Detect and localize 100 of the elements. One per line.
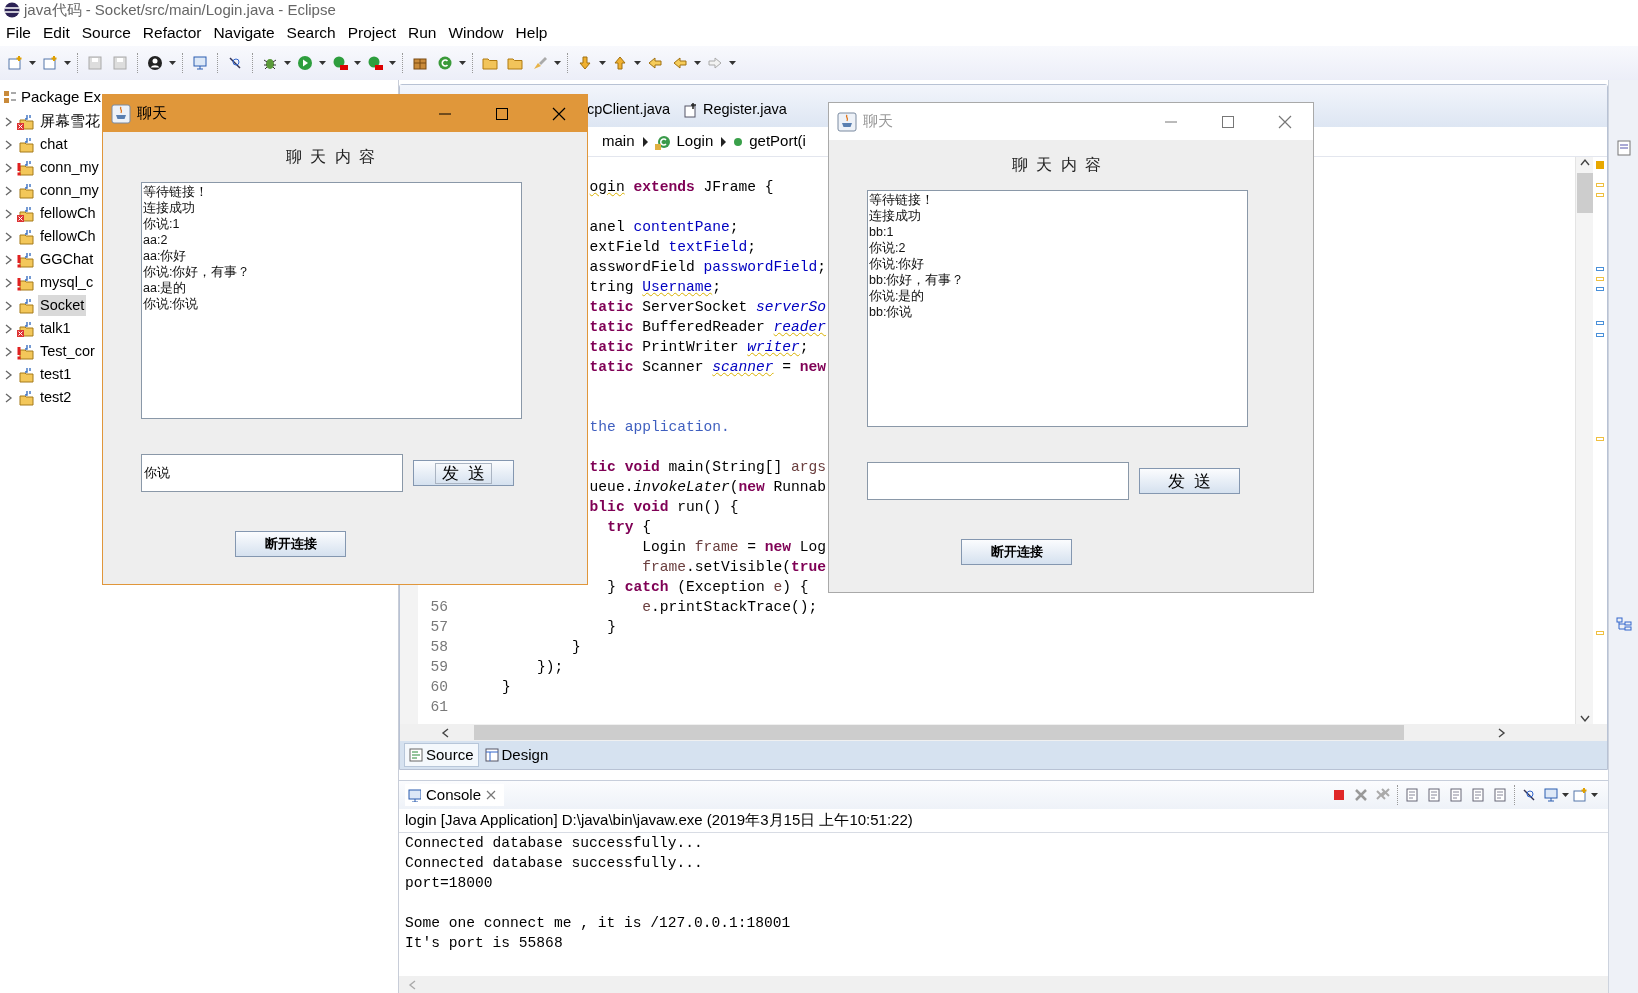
monitor-icon[interactable] bbox=[1543, 787, 1559, 803]
package-icon bbox=[3, 90, 17, 104]
message-input[interactable]: 你说 bbox=[141, 454, 403, 492]
project-name[interactable]: fellowCh bbox=[38, 225, 98, 248]
editor-tab[interactable]: cpClient.java bbox=[587, 99, 684, 127]
menu-item[interactable]: Window bbox=[442, 21, 510, 45]
stop-icon[interactable] bbox=[1331, 787, 1347, 803]
annotation-marker[interactable] bbox=[1596, 287, 1604, 291]
up-arrow-icon[interactable] bbox=[612, 55, 628, 71]
breadcrumb-item[interactable]: Login bbox=[676, 130, 714, 153]
project-name[interactable]: test2 bbox=[38, 386, 74, 409]
back-arrow-icon[interactable] bbox=[672, 55, 688, 71]
back-arrow-icon[interactable] bbox=[647, 55, 663, 71]
menu-item[interactable]: Search bbox=[280, 21, 342, 45]
chevron-icon[interactable] bbox=[4, 230, 14, 243]
remove-icon[interactable] bbox=[1353, 787, 1369, 803]
project-name[interactable]: mysql_c bbox=[38, 271, 96, 294]
project-name[interactable]: talk1 bbox=[38, 317, 73, 340]
annotation-marker[interactable] bbox=[1596, 193, 1604, 197]
monitor-icon[interactable] bbox=[192, 55, 208, 71]
close-icon[interactable] bbox=[1277, 114, 1292, 129]
annotation-marker[interactable] bbox=[1596, 437, 1604, 441]
chevron-left-icon[interactable] bbox=[440, 726, 450, 739]
close-icon[interactable] bbox=[551, 106, 566, 121]
menu-item[interactable]: Help bbox=[509, 21, 554, 45]
chat-message: 你说:2 bbox=[869, 240, 907, 256]
menu-item[interactable]: Refactor bbox=[136, 21, 208, 45]
breadcrumb-item[interactable]: getPort(i bbox=[749, 130, 806, 153]
chevron-icon[interactable] bbox=[4, 276, 14, 289]
menu-item[interactable]: Navigate bbox=[207, 21, 281, 45]
close-icon[interactable] bbox=[486, 790, 497, 800]
breadcrumb-item[interactable]: main bbox=[602, 130, 635, 153]
project-name[interactable]: chat bbox=[38, 133, 70, 156]
chevron-icon[interactable] bbox=[4, 322, 14, 335]
menu-item[interactable]: Edit bbox=[37, 21, 76, 45]
project-name[interactable]: GGChat bbox=[38, 248, 96, 271]
chevron-icon[interactable] bbox=[4, 345, 14, 358]
send-button[interactable]: 发 送 bbox=[1139, 468, 1240, 494]
chevron-icon[interactable] bbox=[4, 115, 14, 128]
project-name[interactable]: Test_cor bbox=[38, 340, 97, 363]
folder-icon[interactable] bbox=[482, 55, 498, 71]
new-file-icon[interactable] bbox=[7, 55, 23, 71]
pin-icon[interactable] bbox=[227, 55, 243, 71]
view-tab[interactable]: Source bbox=[404, 742, 479, 768]
horizontal-scrollbar[interactable] bbox=[400, 724, 1607, 741]
outline-icon[interactable] bbox=[1615, 616, 1632, 632]
annotation-marker[interactable] bbox=[1596, 321, 1604, 325]
horizontal-scrollbar[interactable] bbox=[399, 976, 1608, 993]
box-icon[interactable] bbox=[412, 55, 428, 71]
project-name[interactable]: test1 bbox=[38, 363, 74, 386]
maximize-icon[interactable] bbox=[494, 106, 509, 121]
chevron-icon[interactable] bbox=[4, 391, 14, 404]
annotation-marker[interactable] bbox=[1596, 631, 1604, 635]
annotation-marker[interactable] bbox=[1596, 277, 1604, 281]
code-line: } bbox=[572, 638, 581, 657]
chevron-icon[interactable] bbox=[4, 161, 14, 174]
annotation-marker[interactable] bbox=[1596, 267, 1604, 271]
console-tab[interactable]: Console bbox=[405, 783, 505, 807]
disconnect-button[interactable]: 断开连接 bbox=[235, 531, 346, 557]
project-name[interactable]: Socket bbox=[38, 294, 87, 317]
vertical-scrollbar[interactable] bbox=[1575, 157, 1593, 724]
view-title[interactable]: Package Ex bbox=[21, 85, 102, 109]
person-icon[interactable] bbox=[147, 55, 163, 71]
send-button[interactable]: 发 送 bbox=[413, 460, 514, 486]
refresh-icon[interactable] bbox=[437, 55, 453, 71]
message-input[interactable] bbox=[867, 462, 1129, 500]
scrollbar-thumb[interactable] bbox=[1576, 173, 1593, 213]
chevron-icon[interactable] bbox=[4, 253, 14, 266]
project-name[interactable]: conn_my bbox=[38, 156, 101, 179]
chevron-icon[interactable] bbox=[4, 184, 14, 197]
chevron-up-icon[interactable] bbox=[1578, 157, 1591, 167]
chevron-icon[interactable] bbox=[4, 138, 14, 151]
chevron-right-icon[interactable] bbox=[1497, 726, 1507, 739]
run-badge-icon[interactable] bbox=[332, 55, 348, 71]
pin-icon[interactable] bbox=[1521, 787, 1537, 803]
annotation-marker[interactable] bbox=[1596, 161, 1604, 169]
project-name[interactable]: conn_my bbox=[38, 179, 101, 202]
chevron-down-icon[interactable] bbox=[1578, 714, 1591, 724]
chevron-icon[interactable] bbox=[4, 368, 14, 381]
panel-icon[interactable] bbox=[1616, 140, 1631, 156]
disconnect-button[interactable]: 断开连接 bbox=[961, 539, 1072, 565]
editor-tab[interactable]: Register.java bbox=[684, 99, 801, 127]
down-arrow-icon[interactable] bbox=[577, 55, 593, 71]
stop-badge-icon[interactable] bbox=[367, 55, 383, 71]
menu-item[interactable]: Project bbox=[341, 21, 402, 45]
chevron-icon[interactable] bbox=[4, 207, 14, 220]
project-name[interactable]: fellowCh bbox=[38, 202, 98, 225]
new-item-icon[interactable] bbox=[42, 55, 58, 71]
annotation-marker[interactable] bbox=[1596, 183, 1604, 187]
maximize-icon[interactable] bbox=[1220, 114, 1235, 129]
menu-item[interactable]: File bbox=[0, 21, 37, 45]
project-name[interactable]: 屏幕雪花 bbox=[38, 110, 102, 133]
annotation-marker[interactable] bbox=[1596, 333, 1604, 337]
menu-item[interactable]: Source bbox=[75, 21, 137, 45]
folder-icon[interactable] bbox=[507, 55, 523, 71]
view-tab[interactable]: Design bbox=[480, 743, 553, 767]
run-icon[interactable] bbox=[297, 55, 313, 71]
menu-item[interactable]: Run bbox=[402, 21, 443, 45]
chevron-icon[interactable] bbox=[4, 299, 14, 312]
scrollbar-thumb[interactable] bbox=[474, 725, 1404, 740]
